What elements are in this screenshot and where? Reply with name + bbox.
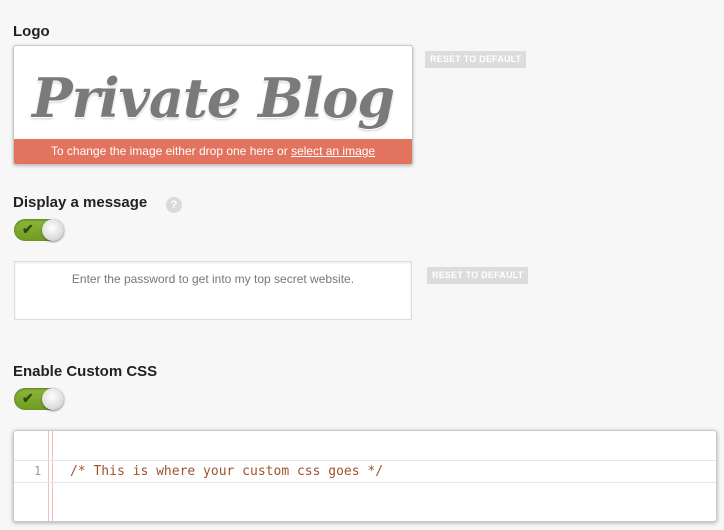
check-icon: ✔ — [22, 390, 34, 406]
help-icon[interactable]: ? — [166, 197, 182, 213]
logo-reset-button[interactable]: RESET TO DEFAULT — [425, 51, 527, 68]
gutter-divider — [48, 431, 49, 521]
line-number: 1 — [34, 464, 42, 478]
code-line[interactable]: /* This is where your custom css goes */ — [70, 464, 383, 479]
line-separator — [14, 460, 716, 461]
message-section-title: Display a message — [13, 194, 148, 211]
css-code-editor[interactable]: 1 /* This is where your custom css goes … — [13, 430, 717, 522]
line-separator — [14, 482, 716, 483]
logo-image-text: Private Blog — [32, 66, 395, 130]
css-section-title: Enable Custom CSS — [13, 363, 158, 380]
toggle-knob — [42, 219, 64, 241]
logo-section-title: Logo — [13, 23, 50, 40]
select-image-link[interactable]: select an image — [291, 144, 375, 158]
display-message-toggle[interactable]: ✔ — [14, 219, 64, 241]
check-icon: ✔ — [22, 221, 34, 237]
message-textarea[interactable]: Enter the password to get into my top se… — [14, 261, 412, 320]
custom-css-toggle[interactable]: ✔ — [14, 388, 64, 410]
logo-upload-bar: To change the image either drop one here… — [14, 139, 412, 164]
logo-drop-instruction: To change the image either drop one here… — [50, 144, 292, 158]
logo-dropzone[interactable]: Private Blog To change the image either … — [13, 45, 413, 165]
gutter-divider — [52, 431, 53, 521]
message-reset-button[interactable]: RESET TO DEFAULT — [427, 267, 529, 284]
toggle-knob — [42, 388, 64, 410]
